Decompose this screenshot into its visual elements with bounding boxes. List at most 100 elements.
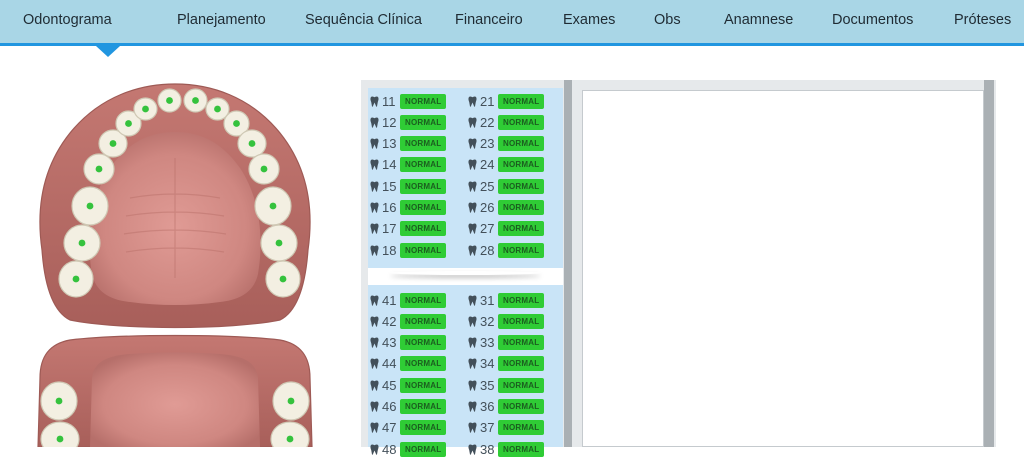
tab-proteses[interactable]: Próteses — [954, 0, 1011, 43]
status-badge: NORMAL — [498, 157, 545, 173]
tooth-number: 28 — [480, 242, 495, 258]
tooth-row-37[interactable]: 37 NORMAL — [468, 420, 545, 436]
tooth-number: 42 — [382, 313, 397, 329]
status-badge: NORMAL — [498, 420, 545, 436]
tooth-number: 25 — [480, 178, 495, 194]
tooth-row-47[interactable]: 47 NORMAL — [370, 420, 447, 436]
tooth-number: 37 — [480, 420, 495, 436]
tab-financeiro[interactable]: Financeiro — [455, 0, 523, 43]
tooth-row-45[interactable]: 45 NORMAL — [370, 377, 447, 393]
tab-obs[interactable]: Obs — [654, 0, 681, 43]
tooth-number: 22 — [480, 114, 495, 130]
status-badge: NORMAL — [400, 200, 447, 215]
tooth-row-43[interactable]: 43 NORMAL — [370, 335, 447, 351]
tooth-row-16[interactable]: 16 NORMAL — [370, 200, 447, 216]
tab-sequencia-clinica[interactable]: Sequência Clínica — [305, 0, 422, 43]
tooth-row-32[interactable]: 32 NORMAL — [468, 313, 545, 329]
tooth-detail-scrollbar[interactable] — [984, 80, 994, 447]
status-badge: NORMAL — [498, 292, 545, 308]
tooth-row-46[interactable]: 46 NORMAL — [370, 399, 447, 415]
tooth-row-48[interactable]: 48 NORMAL — [370, 441, 447, 457]
status-badge: NORMAL — [498, 178, 545, 194]
tooth-icon — [370, 422, 379, 433]
tooth-number: 48 — [382, 441, 397, 457]
tooth-number: 14 — [382, 157, 397, 173]
tooth-row-14[interactable]: 14 NORMAL — [370, 157, 447, 173]
tooth-icon — [370, 444, 379, 455]
tooth-row-13[interactable]: 13 NORMAL — [370, 136, 447, 152]
status-badge: NORMAL — [400, 242, 447, 258]
tooth-row-27[interactable]: 27 NORMAL — [468, 221, 545, 237]
tooth-status-marker — [78, 239, 86, 247]
tooth-number: 35 — [480, 377, 495, 393]
tooth-icon — [468, 138, 477, 149]
status-badge: NORMAL — [498, 93, 545, 109]
tooth-icon — [468, 202, 477, 213]
tooth-detail-panel — [572, 80, 996, 447]
tooth-icon — [370, 337, 379, 348]
tooth-row-31[interactable]: 31 NORMAL — [468, 292, 545, 308]
tab-exames[interactable]: Exames — [563, 0, 615, 43]
tooth-row-38[interactable]: 38 NORMAL — [468, 441, 545, 457]
tooth-row-26[interactable]: 26 NORMAL — [468, 200, 545, 216]
status-badge: NORMAL — [400, 356, 447, 372]
tooth-number: 36 — [480, 399, 495, 414]
tooth-row-25[interactable]: 25 NORMAL — [468, 178, 545, 194]
tooth-row-17[interactable]: 17 NORMAL — [370, 221, 447, 237]
tooth-row-44[interactable]: 44 NORMAL — [370, 356, 447, 372]
tooth-status-marker — [86, 202, 94, 210]
tooth-row-35[interactable]: 35 NORMAL — [468, 377, 545, 393]
tooth-icon — [468, 117, 477, 128]
tooth-row-34[interactable]: 34 NORMAL — [468, 356, 545, 372]
status-badge: NORMAL — [400, 178, 447, 194]
tooth-row-11[interactable]: 11 NORMAL — [370, 93, 447, 109]
tooth-row-36[interactable]: 36 NORMAL — [468, 399, 545, 415]
tooth-status-marker — [287, 397, 295, 405]
tooth-row-21[interactable]: 21 NORMAL — [468, 93, 545, 109]
tooth-status-marker — [279, 275, 287, 283]
tooth-status-marker — [214, 105, 221, 113]
tooth-number: 15 — [382, 178, 397, 194]
tooth-number: 34 — [480, 356, 495, 372]
tooth-icon — [468, 401, 477, 412]
tab-documentos[interactable]: Documentos — [832, 0, 913, 43]
tooth-icon — [468, 181, 477, 192]
tooth-number: 32 — [480, 313, 495, 329]
tab-planejamento[interactable]: Planejamento — [177, 0, 266, 43]
tooth-row-24[interactable]: 24 NORMAL — [468, 157, 545, 173]
tooth-row-18[interactable]: 18 NORMAL — [370, 242, 447, 258]
status-badge: NORMAL — [400, 221, 447, 237]
status-badge: NORMAL — [400, 114, 447, 130]
tooth-row-15[interactable]: 15 NORMAL — [370, 178, 447, 194]
odontogram-arches — [37, 83, 313, 447]
tooth-status-marker — [269, 202, 277, 210]
tooth-icon — [468, 422, 477, 433]
tooth-icon — [370, 401, 379, 412]
tooth-icon — [370, 380, 379, 391]
tooth-row-41[interactable]: 41 NORMAL — [370, 292, 447, 308]
status-badge: NORMAL — [400, 136, 447, 152]
status-badge: NORMAL — [498, 441, 545, 457]
status-badge: NORMAL — [498, 221, 545, 237]
tooth-status-marker — [95, 165, 103, 173]
tab-anamnese[interactable]: Anamnese — [724, 0, 793, 43]
tooth-number: 33 — [480, 335, 495, 351]
tooth-row-22[interactable]: 22 NORMAL — [468, 114, 545, 130]
tooth-row-12[interactable]: 12 NORMAL — [370, 114, 447, 130]
tooth-row-33[interactable]: 33 NORMAL — [468, 335, 545, 351]
tab-odontograma[interactable]: Odontograma — [23, 0, 112, 43]
status-badge: NORMAL — [498, 399, 545, 414]
status-badge: NORMAL — [400, 335, 447, 351]
tooth-icon — [468, 223, 477, 234]
tooth-icon — [468, 316, 477, 327]
lower-arch — [37, 334, 313, 447]
tooth-row-28[interactable]: 28 NORMAL — [468, 242, 545, 258]
tooth-row-42[interactable]: 42 NORMAL — [370, 313, 447, 329]
status-badge: NORMAL — [400, 420, 447, 436]
tooth-status-marker — [56, 435, 64, 443]
tooth-status-marker — [192, 97, 199, 104]
status-badge: NORMAL — [400, 377, 447, 393]
tooth-row-23[interactable]: 23 NORMAL — [468, 136, 545, 152]
tooth-number: 43 — [382, 335, 397, 351]
tooth-detail-content — [582, 90, 984, 447]
